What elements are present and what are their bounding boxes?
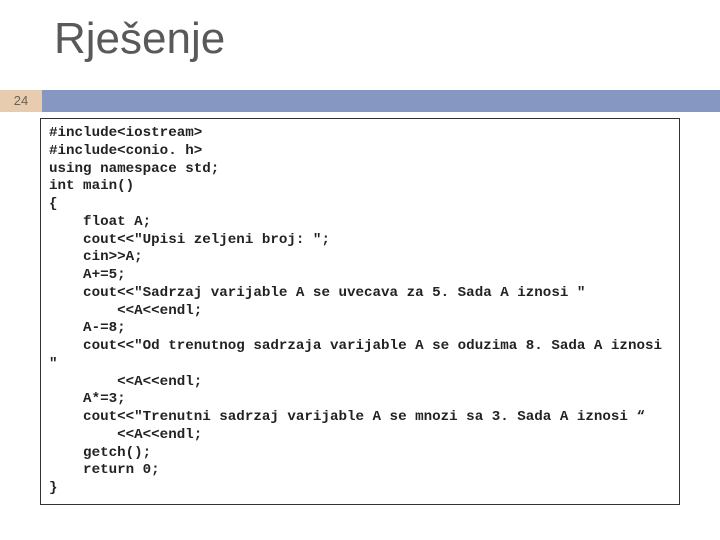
slide: Rješenje 24 #include<iostream> #include<… [0,0,720,540]
slide-number-badge: 24 [0,90,42,112]
header-bar [0,90,720,112]
code-content: #include<iostream> #include<conio. h> us… [49,125,671,498]
page-title: Rješenje [54,14,225,64]
code-box: #include<iostream> #include<conio. h> us… [40,118,680,505]
